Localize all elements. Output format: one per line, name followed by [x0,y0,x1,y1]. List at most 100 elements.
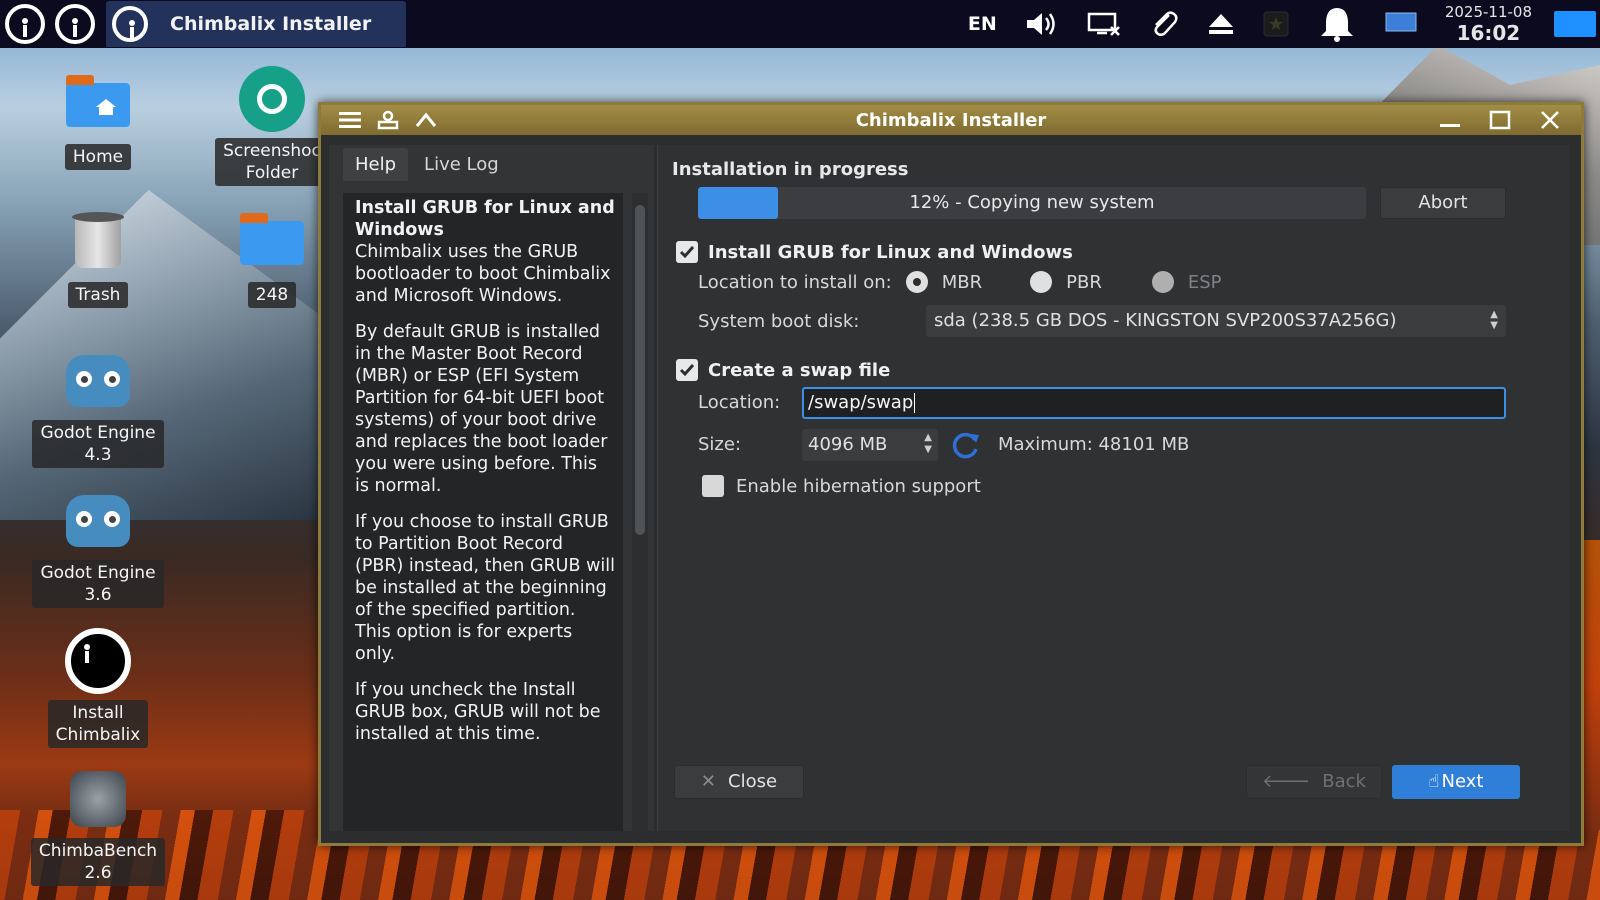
radio-mbr[interactable]: MBR [905,271,982,293]
window-titlebar[interactable]: Chimbalix Installer [321,105,1581,135]
spin-arrows-icon[interactable]: ▲ ▼ [924,432,932,456]
chimbalix-logo-icon [5,4,45,44]
desktop-icon-home[interactable]: Home [28,70,168,170]
help-heading: Install GRUB for Linux and Windows [355,198,615,240]
refresh-size-button[interactable] [946,429,984,461]
desktop-icon-label: Godot Engine 4.3 [32,420,164,468]
settings-pane: Installation in progress 12% - Copying n… [657,145,1569,831]
desktop-icon-godot-4-3[interactable]: Godot Engine 4.3 [28,346,168,468]
progress-text: 12% - Copying new system [909,192,1155,213]
create-swap-checkbox[interactable] [676,359,698,381]
grub-section: Install GRUB for Linux and Windows [676,241,1073,263]
help-text: Install GRUB for Linux and Windows Chimba… [343,193,623,831]
swap-size-row: Size: [698,434,741,455]
next-button[interactable]: ☝ Next [1392,765,1520,799]
install-progress-bar: 12% - Copying new system [698,187,1366,219]
workspace-switcher-icon[interactable] [1385,12,1417,36]
installer-window: Chimbalix Installer Help Live Log Instal… [318,102,1584,846]
chimbabench-icon [70,771,126,827]
help-paragraph: If you choose to install GRUB to Partiti… [355,512,615,664]
top-panel: Chimbalix Installer EN 2025-11-08 16:02 [0,0,1600,48]
clock[interactable]: 2025-11-08 16:02 [1445,5,1532,45]
minimize-icon[interactable] [1425,110,1475,130]
help-tabs: Help Live Log [329,145,654,183]
desktop-icon-install-chimbalix[interactable]: Install Chimbalix [28,626,168,748]
camera-shutter-icon [239,66,305,132]
desktop-icon-label: ChimbaBench 2.6 [30,838,166,886]
trash-icon [72,212,124,268]
hand-cursor-icon: ☝ [1428,771,1440,792]
notifications-bell-icon[interactable] [1317,5,1357,43]
tab-help[interactable]: Help [343,147,409,181]
quick-launch-button[interactable] [50,0,100,48]
godot-icon [66,495,130,547]
swap-location-row: Location: [698,392,780,413]
desktop-icon-label: Home [64,144,132,170]
volume-icon[interactable] [1025,10,1059,38]
boot-disk-select[interactable]: sda (238.5 GB DOS - KINGSTON SVP200S37A2… [926,305,1506,337]
hibernation-label: Enable hibernation support [736,475,981,497]
radio-pbr[interactable]: PBR [1030,271,1102,293]
window-menu-icon[interactable] [331,111,369,129]
desktop-icon-label: Install Chimbalix [47,700,149,748]
godot-icon [66,355,130,407]
swap-section: Create a swap file [676,359,890,381]
taskbar-window-label: Chimbalix Installer [170,13,372,35]
clipboard-icon[interactable] [1149,9,1179,39]
swap-size-value: 4096 MB [808,434,888,455]
app-menu-button[interactable] [0,0,50,48]
boot-disk-value: sda (238.5 GB DOS - KINGSTON SVP200S37A2… [934,310,1397,331]
grub-location-row: Location to install on: MBR PBR ESP [698,271,1244,293]
progress-title: Installation in progress [672,159,909,180]
swap-location-input[interactable]: /swap/swap [802,387,1506,419]
help-pane: Help Live Log Install GRUB for Linux and… [329,145,654,831]
swap-size-label: Size: [698,434,742,455]
home-folder-icon [66,75,130,127]
boot-disk-row: System boot disk: [698,311,859,332]
desktop-icon-trash[interactable]: Trash [28,208,168,308]
sticky-window-icon[interactable] [369,110,407,130]
maximize-icon[interactable] [1475,110,1525,130]
arrow-left-icon: 🡐 [1262,771,1311,792]
network-disconnected-icon[interactable] [1087,11,1121,37]
chimbalix-logo-icon [112,6,148,42]
eject-icon[interactable] [1207,11,1235,37]
help-scrollbar-thumb[interactable] [635,205,645,535]
install-grub-label: Install GRUB for Linux and Windows [708,241,1073,263]
boot-disk-label: System boot disk: [698,311,860,332]
taskbar-window-button[interactable]: Chimbalix Installer [106,1,406,47]
refresh-icon [952,432,979,459]
window-title: Chimbalix Installer [855,109,1047,131]
help-paragraph: Chimbalix uses the GRUB bootloader to bo… [355,242,611,306]
install-grub-checkbox[interactable] [676,241,698,263]
radio-esp: ESP [1151,271,1222,293]
tray-app-icon[interactable] [1263,11,1289,37]
shade-window-icon[interactable] [407,112,445,128]
tab-live-log[interactable]: Live Log [412,148,511,181]
desktop-icon-godot-3-6[interactable]: Godot Engine 3.6 [28,486,168,608]
grub-location-label: Location to install on: [698,271,892,293]
hibernation-checkbox[interactable] [702,475,724,497]
desktop-icon-label: Screenshoc Folder [215,138,329,186]
desktop-icon-chimbabench[interactable]: ChimbaBench 2.6 [28,764,168,886]
folder-icon [240,213,304,265]
close-x-icon: ✕ [700,771,717,792]
back-button[interactable]: 🡐 Back [1246,765,1382,799]
hibernation-row: Enable hibernation support [702,475,981,497]
keyboard-layout-indicator[interactable]: EN [968,13,997,35]
system-tray: EN 2025-11-08 16:02 [954,0,1600,48]
swap-maximum-text: Maximum: 48101 MB [998,434,1190,455]
abort-button[interactable]: Abort [1380,187,1506,219]
updown-arrows-icon: ▲ ▼ [1490,309,1498,331]
desktop-icon-label: 248 [247,282,297,308]
swap-size-spinbox[interactable]: 4096 MB ▲ ▼ [802,429,938,461]
desktop-icon-label: Godot Engine 3.6 [32,560,164,608]
close-button[interactable]: ✕ Close [674,765,804,799]
close-icon[interactable] [1525,110,1575,130]
show-desktop-button[interactable] [1554,11,1596,37]
help-scrollbar[interactable] [632,193,648,831]
chimbalix-logo-icon [55,4,95,44]
clock-time: 16:02 [1456,21,1521,45]
chimbalix-logo-icon [65,628,131,694]
desktop-icon-label: Trash [67,282,129,308]
